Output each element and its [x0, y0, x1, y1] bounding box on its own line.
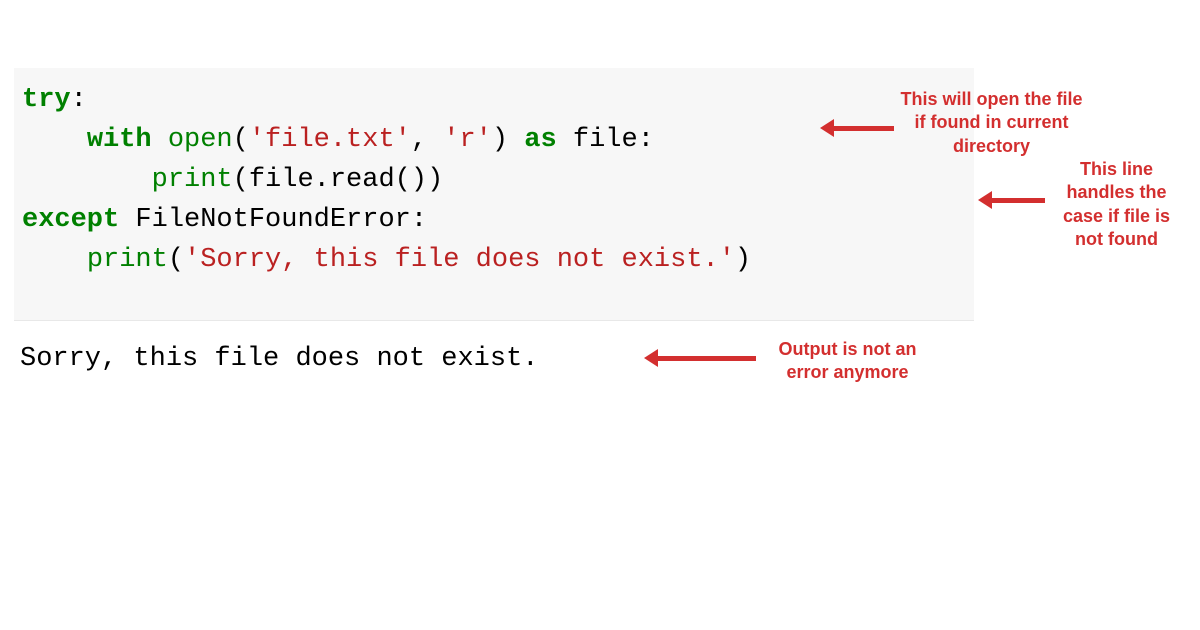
try-keyword: try — [22, 85, 71, 115]
annotation-except-line: This line handles the case if file is no… — [1050, 158, 1183, 252]
arrow-icon — [990, 198, 1045, 203]
string-literal: 'Sorry, this file does not exist.' — [184, 245, 735, 275]
arrow-icon — [656, 356, 756, 361]
colon: : — [71, 85, 87, 115]
output-text: Sorry, this file does not exist. — [20, 344, 538, 374]
code-line-3: print(file.read()) — [22, 160, 966, 200]
annotation-output: Output is not an error anymore — [760, 338, 935, 385]
print-function: print — [87, 245, 168, 275]
open-function: open — [168, 125, 233, 155]
code-line-5: print('Sorry, this file does not exist.'… — [22, 240, 966, 280]
string-literal: 'file.txt' — [249, 125, 411, 155]
except-keyword: except — [22, 205, 119, 235]
code-line-1: try: — [22, 80, 966, 120]
as-keyword: as — [524, 125, 556, 155]
code-block: try: with open('file.txt', 'r') as file:… — [14, 68, 974, 321]
annotation-open-file: This will open the file if found in curr… — [894, 88, 1089, 158]
print-function: print — [152, 165, 233, 195]
with-keyword: with — [87, 125, 152, 155]
arrow-icon — [832, 126, 894, 131]
code-line-4: except FileNotFoundError: — [22, 200, 966, 240]
string-literal: 'r' — [443, 125, 492, 155]
